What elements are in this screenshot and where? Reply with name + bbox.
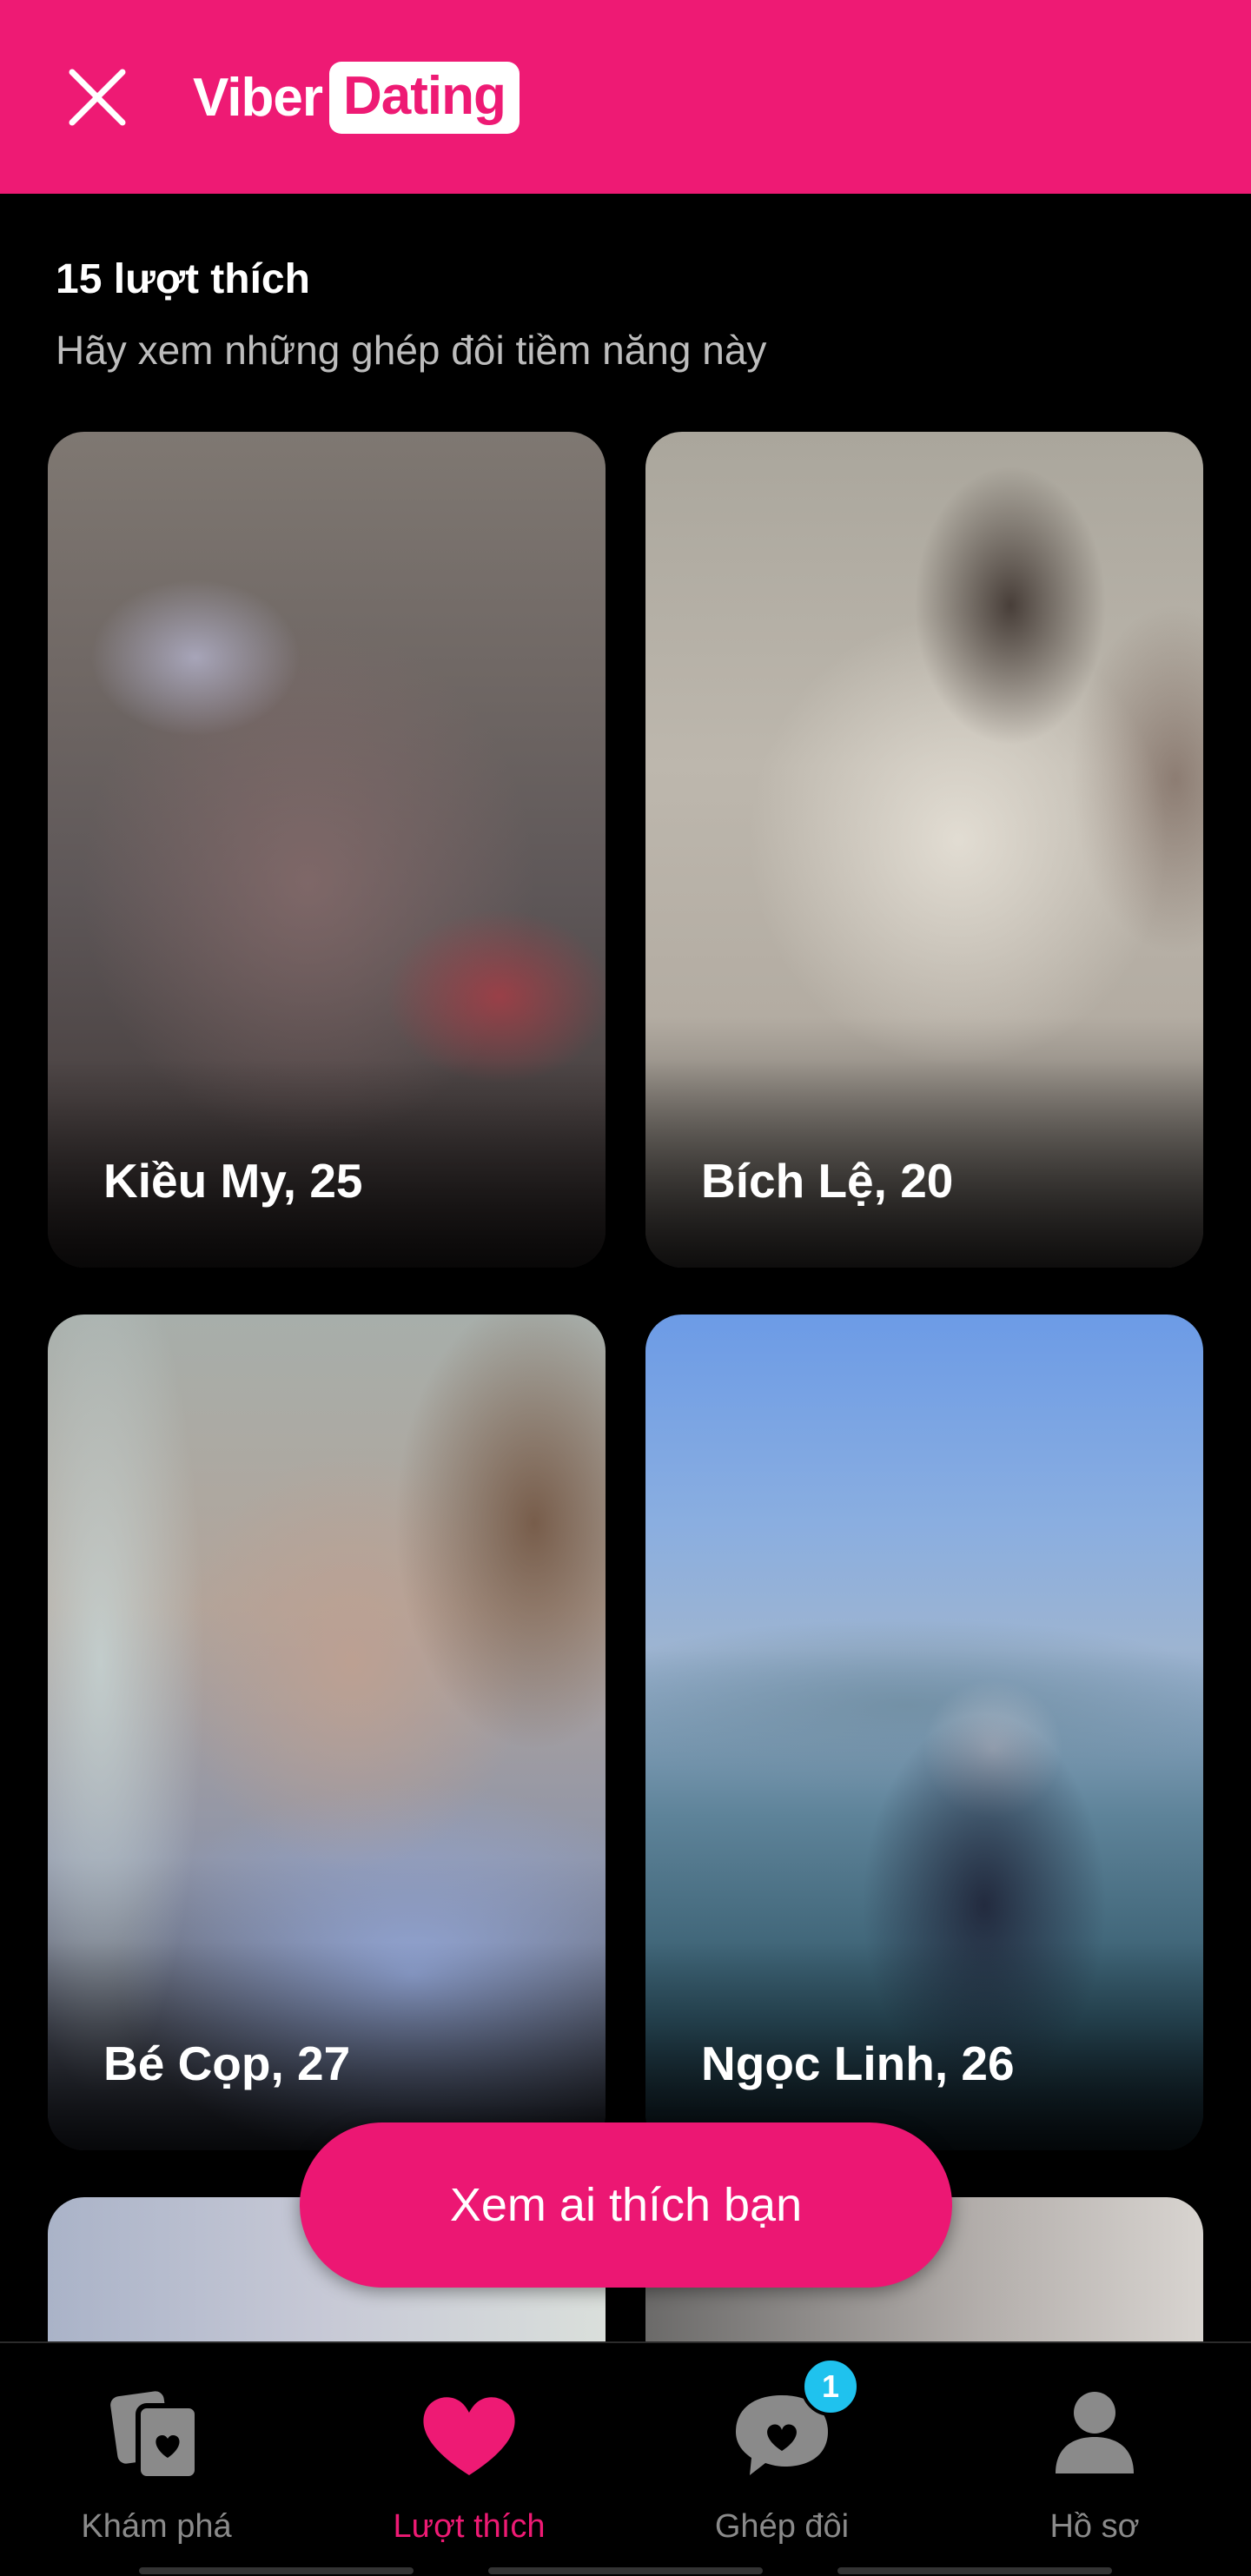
profile-card[interactable]: Ngọc Linh, 26: [645, 1314, 1203, 2150]
profile-name: Bích Lệ, 20: [701, 1154, 954, 1208]
nav-item-matches[interactable]: Ghép đôi: [626, 2343, 938, 2576]
system-bar-segment: [837, 2567, 1112, 2574]
nav-label-matches: Ghép đôi: [714, 2508, 850, 2545]
likes-subtitle: Hãy xem những ghép đôi tiềm năng này: [56, 328, 767, 373]
bottom-nav: Khám phá Lượt thích Ghép đôi Hồ sơ: [0, 2341, 1251, 2576]
profile-name: Ngọc Linh, 26: [701, 2036, 1015, 2090]
profile-card[interactable]: Bé Cọp, 27: [48, 1314, 606, 2150]
nav-label-likes: Lượt thích: [393, 2508, 546, 2545]
matches-badge: 1: [801, 2357, 860, 2416]
app-header: Viber Dating: [0, 0, 1251, 194]
system-bar-segment: [139, 2567, 414, 2574]
viber-dating-logo: Viber Dating: [193, 57, 520, 137]
brand-viber-text: Viber: [193, 67, 323, 128]
profile-icon: [1056, 2392, 1134, 2473]
nav-label-discover: Khám phá: [81, 2508, 232, 2545]
profile-card[interactable]: Kiều My, 25: [48, 432, 606, 1268]
nav-item-likes[interactable]: Lượt thích: [313, 2343, 626, 2576]
likes-count-title: 15 lượt thích: [56, 256, 310, 302]
brand-dating-text: Dating: [328, 61, 520, 134]
system-bar-segment: [488, 2567, 763, 2574]
close-icon: [69, 69, 126, 126]
nav-label-profile: Hồ sơ: [1049, 2508, 1140, 2545]
profile-name: Bé Cọp, 27: [103, 2036, 351, 2090]
discover-cards-icon: [110, 2391, 200, 2481]
profile-card[interactable]: Bích Lệ, 20: [645, 432, 1203, 1268]
heart-icon: [423, 2397, 515, 2475]
see-who-likes-you-button[interactable]: Xem ai thích bạn: [300, 2122, 952, 2288]
nav-item-discover[interactable]: Khám phá: [0, 2343, 313, 2576]
close-button[interactable]: [54, 54, 141, 141]
nav-item-profile[interactable]: Hồ sơ: [938, 2343, 1251, 2576]
profile-name: Kiều My, 25: [103, 1154, 363, 1208]
